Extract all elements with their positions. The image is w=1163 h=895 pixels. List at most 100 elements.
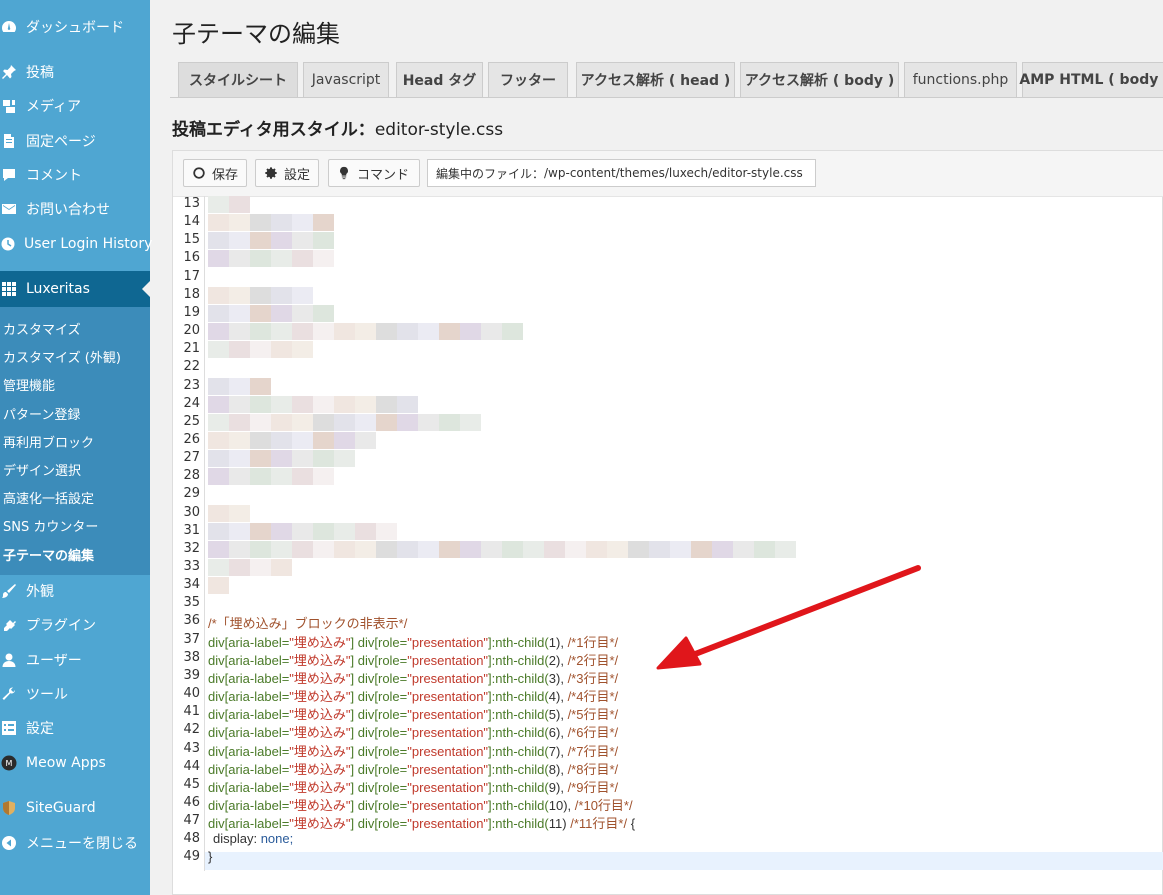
- grid-icon: [0, 280, 18, 298]
- sidebar-item-1[interactable]: ダッシュボード: [0, 10, 150, 44]
- row-comment: /*1行目*/: [567, 634, 619, 650]
- wrench-icon: [0, 685, 18, 703]
- selector-text: ] div[role=: [350, 670, 408, 686]
- obscured-code-block: [691, 540, 712, 558]
- sidebar-item-9[interactable]: 外観: [0, 574, 150, 608]
- sidebar-item-15[interactable]: SiteGuard: [0, 791, 150, 825]
- sidebar-item-10[interactable]: プラグイン: [0, 608, 150, 642]
- sidebar-item-16[interactable]: メニューを閉じる: [0, 826, 150, 860]
- shield-icon: [0, 799, 18, 817]
- line-number: 36: [183, 613, 200, 629]
- code-editor[interactable]: 13 14 15 16 17 18 19 20 21 22 23 24 25 26 27 28 29 30 31 32…: [172, 196, 1163, 871]
- obscured-code-block: [229, 214, 250, 232]
- comment-icon: [0, 166, 18, 184]
- line-number: 45: [183, 776, 200, 792]
- tab-4[interactable]: フッター: [488, 62, 568, 97]
- obscured-code-block: [250, 413, 271, 431]
- tab-1[interactable]: スタイルシート: [178, 62, 298, 97]
- line-number: 20: [183, 323, 200, 339]
- obscured-code-block: [376, 323, 397, 341]
- obscured-code-block: [208, 304, 229, 322]
- sidebar-item-4[interactable]: 固定ページ: [0, 124, 150, 158]
- obscured-code-block: [313, 450, 334, 468]
- sidebar-item-label: SiteGuard: [26, 800, 96, 816]
- nth-number: 5: [548, 707, 556, 723]
- obscured-code-block: [271, 232, 292, 250]
- sidebar-item-8[interactable]: Luxeritas: [0, 271, 150, 307]
- obscured-code-block: [271, 250, 292, 268]
- obscured-code-block: [313, 395, 334, 413]
- obscured-code-block: [229, 559, 250, 576]
- submenu-item[interactable]: デザイン選択: [3, 460, 81, 479]
- sidebar-item-7[interactable]: User Login History: [0, 227, 152, 261]
- sidebar-item-12[interactable]: ツール: [0, 677, 150, 711]
- save-button[interactable]: 保存: [183, 159, 248, 187]
- sidebar-item-2[interactable]: 投稿: [0, 55, 150, 89]
- obscured-code-block: [250, 304, 271, 322]
- line-number: 18: [183, 286, 200, 302]
- selector-text: ]:nth-child(: [488, 761, 549, 777]
- obscured-code-block: [670, 540, 691, 558]
- tab-8[interactable]: AMP HTML ( body ): [1019, 62, 1163, 97]
- obscured-code-block: [481, 540, 502, 558]
- obscured-code-block: [754, 540, 775, 558]
- sidebar-item-6[interactable]: お問い合わせ: [0, 192, 150, 226]
- line-number: 30: [183, 504, 200, 520]
- submenu-item[interactable]: 高速化一括設定: [3, 488, 94, 507]
- obscured-code-block: [334, 323, 355, 341]
- tab-6[interactable]: アクセス解析 ( body ): [740, 62, 899, 97]
- tab-2[interactable]: Javascript: [303, 62, 389, 97]
- selector-text: ] div[role=: [350, 797, 408, 813]
- command-button[interactable]: コマンド: [328, 159, 420, 187]
- obscured-code-block: [418, 540, 439, 558]
- sidebar-item-14[interactable]: M Meow Apps: [0, 746, 150, 780]
- sidebar-item-13[interactable]: 設定: [0, 711, 150, 745]
- separator: ),: [555, 707, 564, 723]
- sidebar-item-label: Luxeritas: [26, 281, 90, 297]
- circle-icon: [193, 167, 205, 179]
- submenu-item[interactable]: カスタマイズ: [3, 319, 81, 338]
- row-comment: /*6行目*/: [567, 725, 619, 741]
- submenu-item[interactable]: SNS カウンター: [3, 516, 98, 535]
- settings-button[interactable]: 設定: [255, 159, 320, 187]
- tab-7[interactable]: functions.php: [904, 62, 1017, 97]
- css-property: display:: [213, 831, 258, 847]
- obscured-code-block: [229, 522, 250, 540]
- submenu-item[interactable]: 再利用ブロック: [3, 432, 94, 451]
- obscured-code-block: [250, 323, 271, 341]
- attr-value: "埋め込み": [289, 634, 351, 650]
- obscured-code-block: [355, 522, 376, 540]
- obscured-code-block: [607, 540, 628, 558]
- sidebar-item-label: ダッシュボード: [26, 20, 124, 36]
- selector-text: ]:nth-child(: [488, 652, 549, 668]
- submenu-item[interactable]: 管理機能: [3, 375, 55, 394]
- obscured-code-block: [229, 196, 250, 213]
- obscured-code-block: [397, 540, 418, 558]
- tab-5[interactable]: アクセス解析 ( head ): [576, 62, 735, 97]
- separator: ),: [563, 797, 572, 813]
- line-number: 16: [183, 250, 200, 266]
- current-file-field: 編集中のファイル： /wp-content/themes/luxech/edit…: [427, 159, 816, 187]
- sidebar-item-label: メディア: [26, 99, 82, 115]
- sidebar-item-3[interactable]: メディア: [0, 89, 150, 123]
- submenu-item[interactable]: 子テーマの編集: [3, 545, 94, 564]
- save-label: 保存: [212, 167, 239, 183]
- attr-value: "埋め込み": [289, 670, 351, 686]
- obscured-code-block: [439, 323, 460, 341]
- collapse-icon: [0, 834, 18, 852]
- selector-text: ] div[role=: [350, 816, 408, 832]
- obscured-code-block: [502, 540, 523, 558]
- sidebar-item-11[interactable]: ユーザー: [0, 643, 150, 677]
- line-number: 48: [183, 831, 200, 847]
- selector-text: ] div[role=: [350, 779, 408, 795]
- sidebar-item-5[interactable]: コメント: [0, 158, 150, 192]
- section-title: 投稿エディタ用スタイル：editor-style.css: [172, 115, 503, 140]
- tab-3[interactable]: Head タグ: [396, 62, 483, 97]
- separator: ),: [555, 652, 564, 668]
- submenu-item[interactable]: カスタマイズ (外観): [3, 347, 121, 366]
- obscured-code-block: [292, 522, 313, 540]
- submenu-item[interactable]: パターン登録: [3, 404, 80, 423]
- obscured-code-block: [229, 323, 250, 341]
- code-close-line: }: [208, 849, 212, 864]
- obscured-code-block: [565, 540, 586, 558]
